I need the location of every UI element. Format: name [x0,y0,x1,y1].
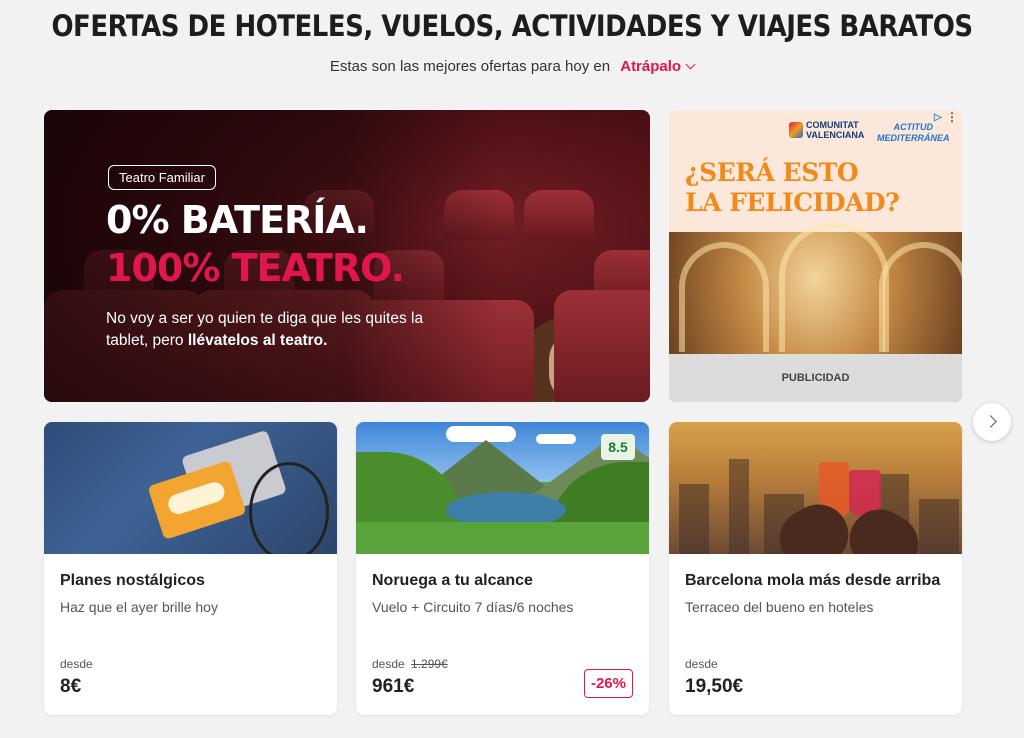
ad-headline-line2: LA FELICIDAD? [685,188,900,217]
card-subtitle: Terraceo del bueno en hoteles [685,599,874,615]
ad-logo2-line1: ACTITUD [893,122,934,132]
comunitat-valenciana-logo: COMUNITAT VALENCIANA [789,120,864,140]
rating-badge: 8.5 [601,434,635,460]
subtitle-text: Estas son las mejores ofertas para hoy e… [329,58,611,75]
card-title: Noruega a tu alcance [372,572,533,589]
ad-logo2-line2: MEDITERRÁNEA [877,133,950,143]
card-title: Barcelona mola más desde arriba [685,572,941,589]
card-price-prefix: desde [60,657,93,671]
card-image-cassette [44,422,337,554]
ad-headline-line1: ¿SERÁ ESTO [685,158,859,187]
old-price: 1.299€ [411,657,448,671]
chevron-down-icon [685,59,696,70]
adchoices-icon[interactable]: ▷ [934,112,946,124]
card-price-prefix: desde 1.299€ [372,657,448,671]
hero-text-bold: llévatelos al teatro. [187,332,328,349]
ad-headline: ¿SERÁ ESTO LA FELICIDAD? [685,158,900,218]
card-subtitle: Vuelo + Circuito 7 días/6 noches [372,599,574,615]
page-title: OFERTAS DE HOTELES, VUELOS, ACTIVIDADES … [51,10,973,44]
carousel-next-button[interactable] [973,403,1011,441]
page-subtitle: Estas son las mejores ofertas para hoy e… [0,58,1024,75]
card-image-rooftop-drinks [669,422,962,554]
card-price-prefix: desde [685,657,718,671]
card-price: 19,50€ [685,676,744,697]
hero-headline-1: 0% BATERÍA. [106,198,369,242]
ad-label: PUBLICIDAD [669,354,962,402]
offer-card-norway[interactable]: 8.5 Noruega a tu alcance Vuelo + Circuit… [356,422,649,715]
ad-menu-icon[interactable]: ⋮ [946,110,958,124]
card-title: Planes nostálgicos [60,572,205,589]
ad-logo1-line2: VALENCIANA [806,130,865,140]
ad-logo1-line1: COMUNITAT [806,120,859,130]
offer-card-nostalgic[interactable]: Planes nostálgicos Haz que el ayer brill… [44,422,337,715]
card-subtitle: Haz que el ayer brille hoy [60,599,218,615]
discount-badge: -26% [583,669,633,698]
brand-selector[interactable]: Atrápalo [620,58,696,75]
card-price: 961€ [372,676,415,697]
offer-card-barcelona[interactable]: Barcelona mola más desde arriba Terraceo… [669,422,962,715]
advertisement[interactable]: COMUNITAT VALENCIANA ACTITUD MEDITERRÁNEA … [669,110,962,402]
hero-tag: Teatro Familiar [108,165,216,190]
hero-headline-2: 100% TEATRO. [106,246,405,290]
hero-description: No voy a ser yo quien te diga que les qu… [106,308,436,352]
brand-label: Atrápalo [620,58,682,75]
card-price: 8€ [60,676,82,697]
chevron-right-icon [984,415,997,428]
actitud-mediterranea-logo: ACTITUD MEDITERRÁNEA [877,122,950,144]
desde-label: desde [372,657,405,671]
